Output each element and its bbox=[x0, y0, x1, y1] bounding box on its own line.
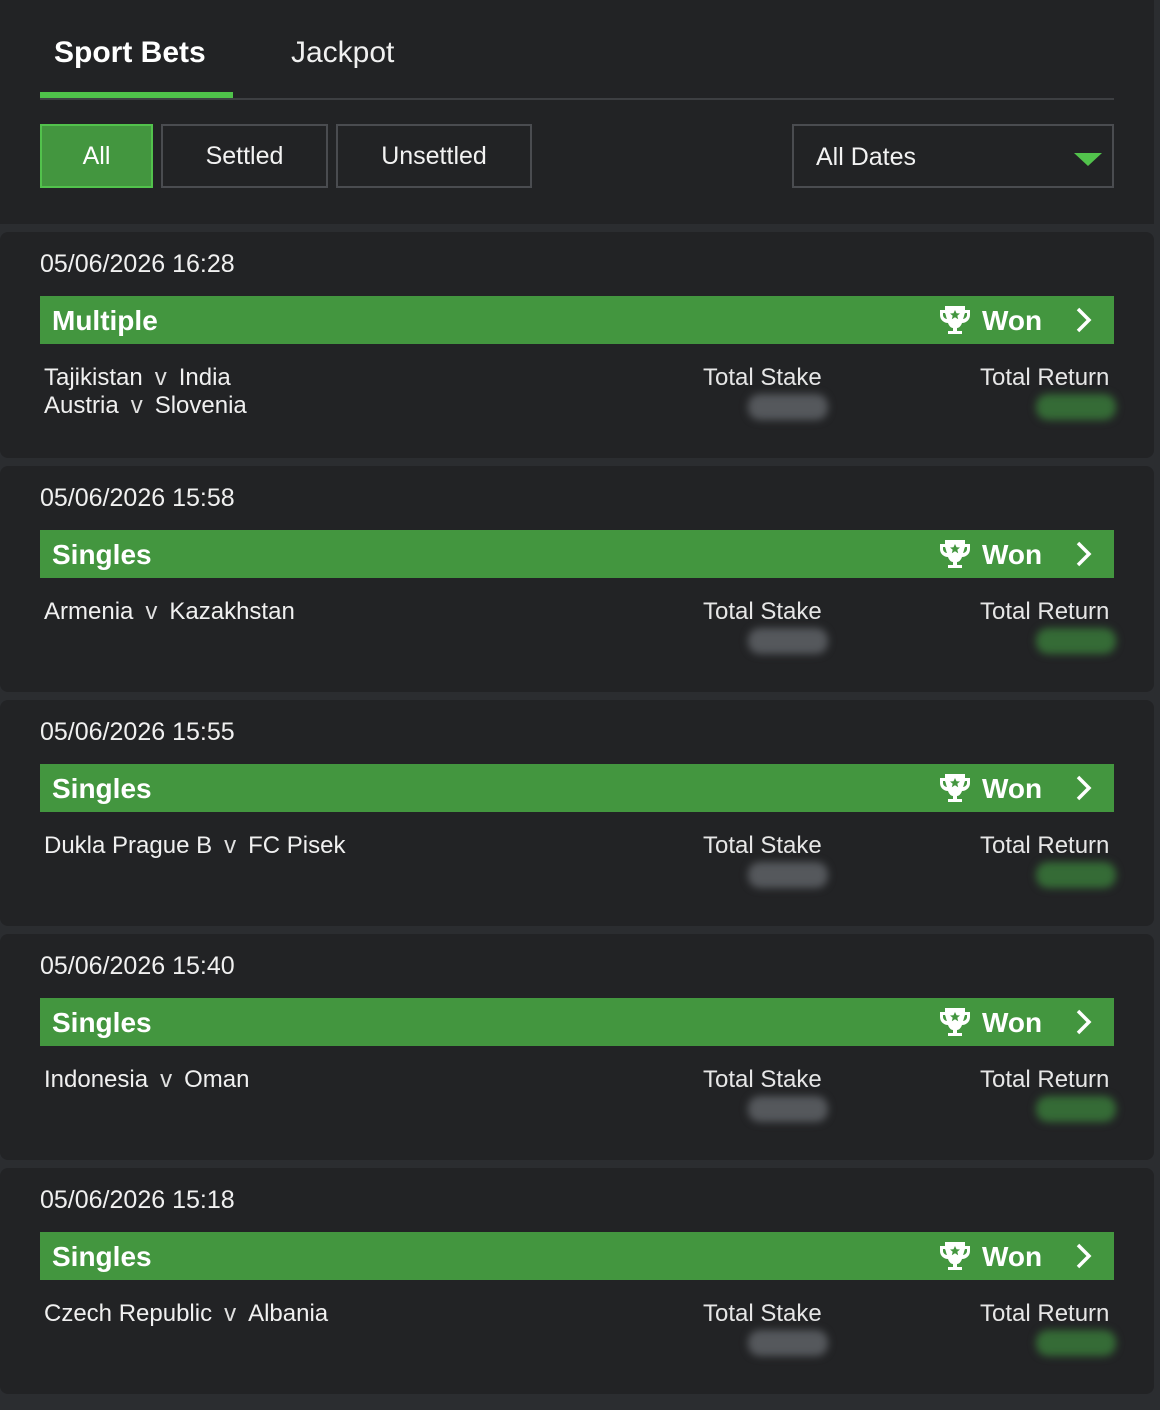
bet-status: Won bbox=[982, 773, 1043, 804]
versus-label: v bbox=[154, 364, 167, 391]
date-filter-value: All Dates bbox=[816, 143, 917, 171]
bet-card: 05/06/2026 15:55 Singles Won Dukla Pragu… bbox=[0, 700, 1154, 926]
total-return-value-redacted bbox=[1036, 1330, 1116, 1356]
trophy-icon bbox=[940, 774, 970, 802]
tab-jackpot[interactable]: Jackpot bbox=[291, 36, 394, 70]
chevron-right-icon bbox=[1076, 541, 1092, 567]
match-line: Indonesia v Oman bbox=[44, 1066, 249, 1094]
bet-card: 05/06/2026 15:40 Singles Won Indonesia v O… bbox=[0, 934, 1154, 1160]
chevron-right-icon bbox=[1076, 1009, 1092, 1035]
total-stake-label: Total Stake bbox=[703, 598, 822, 625]
home-team: Tajikistan bbox=[44, 364, 143, 391]
match-line: Czech Republic v Albania bbox=[44, 1300, 328, 1328]
away-team: Kazakhstan bbox=[169, 598, 295, 625]
match-line: Armenia v Kazakhstan bbox=[44, 598, 295, 626]
trophy-icon bbox=[940, 306, 970, 334]
away-team: India bbox=[178, 364, 231, 391]
home-team: Austria bbox=[44, 392, 119, 419]
tab-bar: Sport Bets Jackpot bbox=[40, 0, 1114, 100]
total-stake-label: Total Stake bbox=[703, 1066, 822, 1093]
date-filter-select[interactable]: All Dates bbox=[792, 124, 1114, 188]
trophy-icon bbox=[940, 540, 970, 568]
trophy-icon bbox=[940, 1008, 970, 1036]
bet-type: Singles bbox=[52, 1241, 152, 1272]
chevron-right-icon bbox=[1076, 1243, 1092, 1269]
match-line: Dukla Prague B v FC Pisek bbox=[44, 832, 345, 860]
chevron-right-icon bbox=[1076, 307, 1092, 333]
bet-matches: Dukla Prague B v FC Pisek bbox=[44, 832, 345, 860]
filter-all-button[interactable]: All bbox=[40, 124, 153, 188]
total-stake-label: Total Stake bbox=[703, 832, 822, 859]
versus-label: v bbox=[130, 392, 143, 419]
chevron-right-icon bbox=[1076, 775, 1092, 801]
bet-summary-bar[interactable]: Multiple Won bbox=[40, 296, 1114, 344]
bet-datetime: 05/06/2026 15:55 bbox=[40, 718, 235, 746]
bet-card: 05/06/2026 15:18 Singles Won Czech Repub… bbox=[0, 1168, 1154, 1394]
bet-status: Won bbox=[982, 1241, 1043, 1272]
total-stake-label: Total Stake bbox=[703, 364, 822, 391]
caret-down-icon bbox=[1074, 153, 1102, 166]
versus-label: v bbox=[145, 598, 158, 625]
bet-datetime: 05/06/2026 15:40 bbox=[40, 952, 235, 980]
total-stake-label: Total Stake bbox=[703, 1300, 822, 1327]
bet-summary-bar[interactable]: Singles Won bbox=[40, 1232, 1114, 1280]
filter-settled-button[interactable]: Settled bbox=[161, 124, 328, 188]
bet-datetime: 05/06/2026 15:18 bbox=[40, 1186, 235, 1214]
away-team: FC Pisek bbox=[248, 832, 346, 859]
versus-label: v bbox=[224, 1300, 237, 1327]
versus-label: v bbox=[224, 832, 237, 859]
bet-summary-bar[interactable]: Singles Won bbox=[40, 530, 1114, 578]
active-tab-indicator bbox=[40, 92, 233, 98]
bet-matches: Armenia v Kazakhstan bbox=[44, 598, 295, 626]
total-stake-value-redacted bbox=[748, 862, 828, 888]
total-return-label: Total Return bbox=[980, 598, 1110, 625]
bet-type: Singles bbox=[52, 539, 152, 570]
bet-type: Multiple bbox=[52, 305, 158, 336]
total-stake-value-redacted bbox=[748, 394, 828, 420]
match-line: Tajikistan v India bbox=[44, 364, 247, 392]
trophy-icon bbox=[940, 1242, 970, 1270]
bet-status: Won bbox=[982, 539, 1043, 570]
total-return-label: Total Return bbox=[980, 1066, 1110, 1093]
total-return-value-redacted bbox=[1036, 862, 1116, 888]
bet-summary-bar[interactable]: Singles Won bbox=[40, 764, 1114, 812]
bet-datetime: 05/06/2026 15:58 bbox=[40, 484, 235, 512]
away-team: Oman bbox=[184, 1066, 250, 1093]
home-team: Indonesia bbox=[44, 1066, 149, 1093]
bet-card: 05/06/2026 16:28 Multiple Won Tajikistan… bbox=[0, 232, 1154, 458]
total-return-label: Total Return bbox=[980, 1300, 1110, 1327]
bet-status: Won bbox=[982, 1007, 1043, 1038]
versus-label: v bbox=[160, 1066, 173, 1093]
total-return-label: Total Return bbox=[980, 832, 1110, 859]
total-return-value-redacted bbox=[1036, 628, 1116, 654]
total-stake-value-redacted bbox=[748, 1330, 828, 1356]
total-return-value-redacted bbox=[1036, 394, 1116, 420]
bets-header: Sport Bets Jackpot All Settled Unsettled… bbox=[0, 0, 1154, 224]
bet-status: Won bbox=[982, 305, 1043, 336]
bet-card: 05/06/2026 15:58 Singles Won Armenia v Kaz… bbox=[0, 466, 1154, 692]
home-team: Armenia bbox=[44, 598, 134, 625]
home-team: Czech Republic bbox=[44, 1300, 213, 1327]
total-return-value-redacted bbox=[1036, 1096, 1116, 1122]
bet-type: Singles bbox=[52, 773, 152, 804]
home-team: Dukla Prague B bbox=[44, 832, 213, 859]
bet-type: Singles bbox=[52, 1007, 152, 1038]
bet-matches: Indonesia v Oman bbox=[44, 1066, 249, 1094]
match-line: Austria v Slovenia bbox=[44, 392, 247, 420]
bet-matches: Tajikistan v India Austria v Slovenia bbox=[44, 364, 247, 420]
away-team: Albania bbox=[248, 1300, 329, 1327]
bet-matches: Czech Republic v Albania bbox=[44, 1300, 328, 1328]
total-return-label: Total Return bbox=[980, 364, 1110, 391]
tab-sport-bets[interactable]: Sport Bets bbox=[54, 36, 206, 70]
total-stake-value-redacted bbox=[748, 628, 828, 654]
total-stake-value-redacted bbox=[748, 1096, 828, 1122]
away-team: Slovenia bbox=[154, 392, 247, 419]
bet-datetime: 05/06/2026 16:28 bbox=[40, 250, 235, 278]
filter-unsettled-button[interactable]: Unsettled bbox=[336, 124, 532, 188]
bet-summary-bar[interactable]: Singles Won bbox=[40, 998, 1114, 1046]
